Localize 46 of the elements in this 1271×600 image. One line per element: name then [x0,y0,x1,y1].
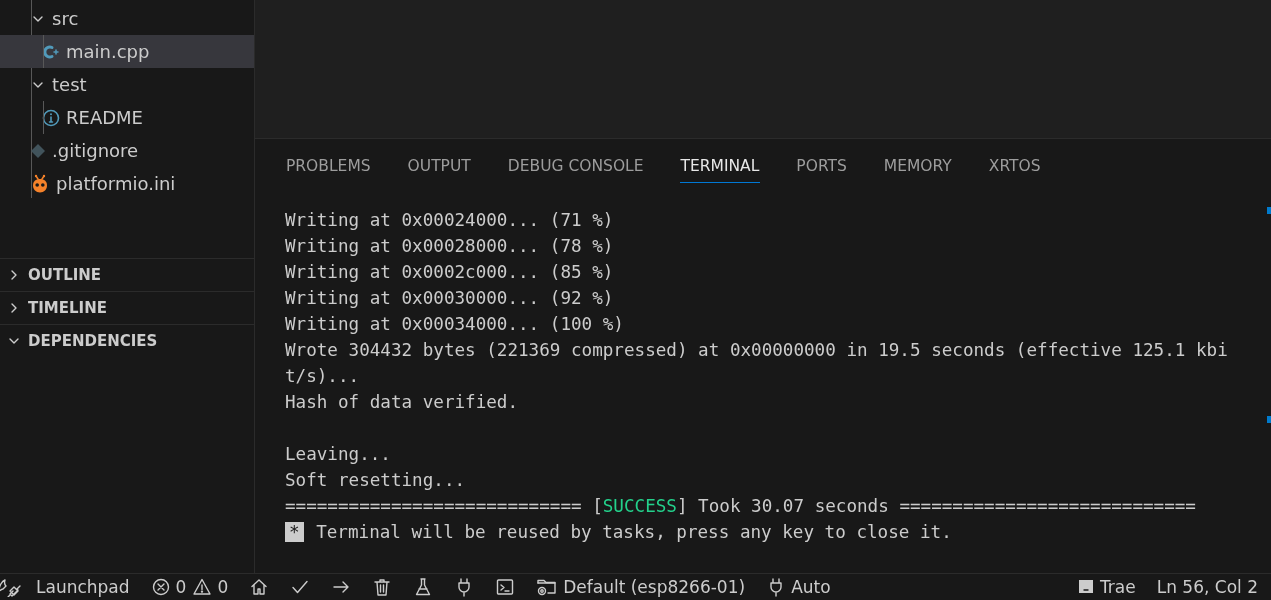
folder-gear-icon [536,577,559,597]
panel-tab[interactable]: PROBLEMS [285,151,372,183]
status-item[interactable]: 0 [189,577,232,597]
panel-tab[interactable]: XRTOS [987,151,1042,183]
terminal-line: * Terminal will be reused by tasks, press any key to close it. [285,519,1228,545]
file-item[interactable]: README [0,101,254,134]
home-icon [249,577,270,597]
file-item[interactable]: .gitignore [0,134,254,167]
status-item[interactable]: Auto [763,577,834,597]
terminal-line: Writing at 0x00028000... (78 %) [285,235,615,258]
panel-tab[interactable]: OUTPUT [406,151,472,183]
terminal-line: Writing at 0x00034000... (100 %) [285,313,625,336]
terminal-icon [495,577,516,597]
terminal-line: Writing at 0x00024000... (71 %) [285,209,615,232]
folder-item[interactable]: test [0,68,254,101]
alien-icon [30,173,50,194]
panel-tab[interactable]: DEBUG CONSOLE [506,151,645,183]
panel-tab[interactable]: MEMORY [882,151,953,183]
c-plus-plus-icon [42,42,60,61]
status-item[interactable]: Trae [1073,577,1139,597]
section-header[interactable]: DEPENDENCIES [0,324,254,357]
warning-icon [192,577,213,597]
section-header[interactable]: OUTLINE [0,258,254,291]
panel-tab[interactable]: TERMINAL [679,151,761,183]
terminal-line: Soft resetting... [285,469,467,492]
panel-tab[interactable]: PORTS [795,151,848,183]
terminal-line: Wrote 304432 bytes (221369 compressed) at 0x00000000 in 19.5 seconds (effective 125.1 kbit/s)... [285,339,1228,388]
terminal-line: ============================ [SUCCESS] Took 30.07 seconds ============================ [285,495,1197,518]
status-item[interactable]: Default (esp8266-01) [533,577,749,597]
trash-icon [372,577,393,597]
terminal-line: Writing at 0x00030000... (92 %) [285,287,615,310]
info-icon [42,108,60,127]
folder-item[interactable]: src [0,2,254,35]
diamond-icon [30,142,46,159]
status-item[interactable]: Launchpad [0,577,133,597]
status-item[interactable]: 0 [147,577,190,597]
file-item[interactable]: platformio.ini [0,167,254,200]
section-header[interactable]: TIMELINE [0,291,254,324]
error-icon [150,577,171,597]
terminal-line: Hash of data verified. [285,391,520,414]
terminal-line: Writing at 0x0002c000... (85 %) [285,261,615,284]
scrollbar-marker [1267,207,1271,214]
terminal-line: Leaving... [285,443,392,466]
status-text[interactable]: Ln 56, Col 2 [1153,577,1261,597]
file-item[interactable]: main.cpp [0,35,254,68]
scrollbar-marker [1267,416,1271,423]
